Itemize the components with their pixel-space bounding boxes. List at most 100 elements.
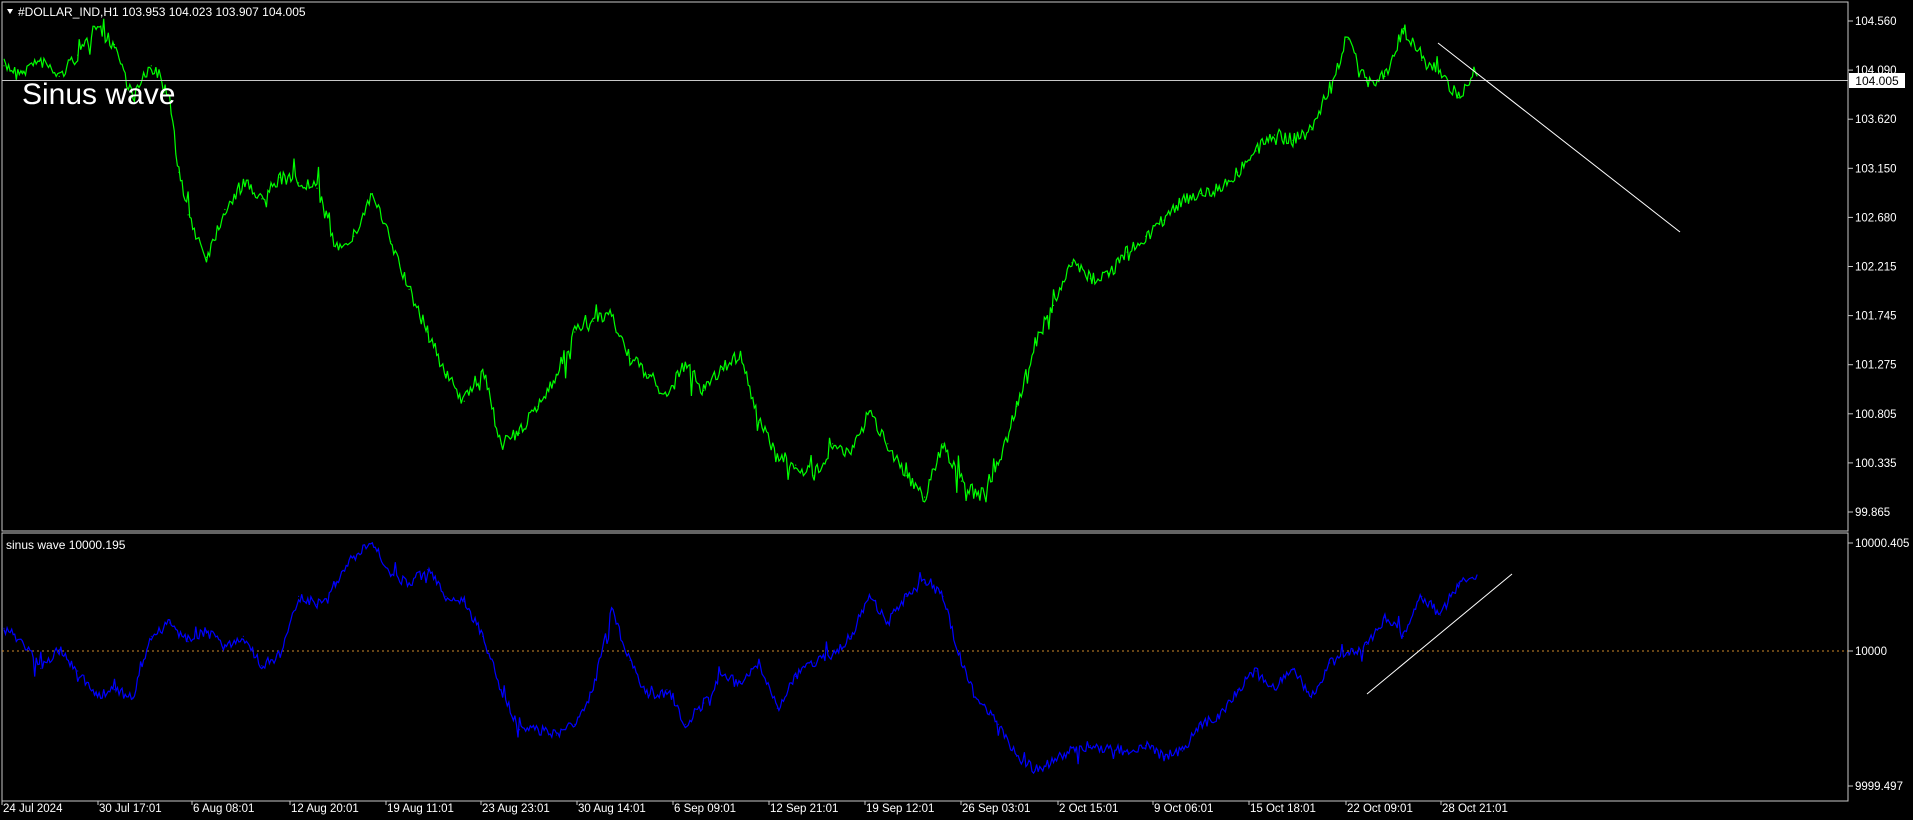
indicator-panel[interactable]: 10000.405 10000 9999.497 sinus wave 10000.… [1,532,1909,802]
price-plot[interactable] [3,18,1478,503]
indicator-line-point [666,689,668,691]
indicator-line-point [40,667,42,669]
indicator-line-point [1016,755,1018,757]
indicator-line-point [739,681,742,683]
indicator-line-point [77,670,79,672]
price-line-point [611,315,613,317]
indicator-line-point [445,595,447,597]
price-line-point [721,368,723,370]
indicator-line-point [611,609,613,611]
symbol-header: #DOLLAR_IND,H1 103.953 104.023 103.907 1… [7,5,306,19]
price-line-point [298,182,300,184]
price-axis-label: 100.335 [1855,458,1897,470]
price-axis-label: 103.620 [1855,114,1897,126]
indicator-line-point [408,582,410,584]
indicator-line-point [261,665,263,667]
chart-window[interactable]: 104.560104.090103.620103.150102.680102.2… [0,0,1913,820]
indicator-line-point [555,734,558,736]
price-line-point [500,443,502,445]
overlay-label: Sinus wave [22,78,175,111]
price-line-point [463,400,465,402]
price-line-point [518,432,521,434]
price-line-point [224,208,226,211]
indicator-line-point [242,635,244,637]
indicator-axis-label: 9999.497 [1855,781,1903,793]
indicator-line-point [1126,750,1128,752]
price-line [3,18,1478,503]
price-line-point [813,475,815,477]
indicator-line-point [1200,723,1202,725]
price-line-point [1200,193,1202,195]
price-axis-label: 104.560 [1855,16,1897,28]
indicator-axis-label: 10000 [1855,646,1887,658]
price-line-point [1476,75,1478,77]
price-axis-label: 101.275 [1855,360,1897,372]
price-axis-label: 101.745 [1855,311,1897,323]
price-line-point [537,405,539,408]
price-line-point [242,182,244,184]
indicator-line-point [1089,745,1091,747]
indicator-line-point [316,603,318,605]
indicator-line-point [1255,670,1257,672]
time-axis-label: 24 Jul 2024 [3,803,63,815]
price-axis[interactable]: 104.560104.090103.620103.150102.680102.2… [1848,16,1897,519]
price-line-point [1458,97,1460,99]
price-line-point [1310,129,1312,131]
price-line-point [905,475,907,477]
time-axis-label: 9 Oct 06:01 [1154,803,1213,815]
price-line-point [1365,81,1368,83]
indicator-line-point [813,662,815,664]
price-line-point [647,374,650,376]
indicator-line-point [1034,769,1036,771]
indicator-line-point [997,723,999,725]
indicator-line-point [463,601,465,603]
price-axis-label: 100.805 [1855,409,1897,421]
price-line-point [887,443,889,445]
indicator-line-point [518,729,521,731]
indicator-line-point [1421,595,1423,597]
price-line-point [1163,219,1165,221]
time-axis-label: 19 Aug 11:01 [387,803,454,815]
price-line-point [1402,27,1404,30]
time-axis[interactable]: 24 Jul 2024 30 Jul 17:01 6 Aug 08:01 12 Aug… [1,801,1508,815]
indicator-line-point [1145,745,1147,747]
indicator-line-point [574,723,576,725]
price-line-point [1052,304,1055,306]
symbol-header-text: #DOLLAR_IND,H1 103.953 104.023 103.907 1… [18,5,306,19]
price-axis-label: 102.680 [1855,212,1897,224]
price-line-point [113,43,116,46]
price-line-point [960,480,963,482]
price-line-point [1421,59,1423,62]
price-trendline[interactable] [1437,42,1681,233]
indicator-line-point [298,595,300,597]
collapse-triangle-icon[interactable] [7,9,13,14]
indicator-line-point [960,662,963,664]
price-line-point [316,187,318,189]
price-line-point [390,240,392,243]
price-line-point [703,390,705,392]
price-line-point [58,75,60,77]
price-line-point [77,54,79,56]
price-line-point [1384,75,1386,77]
price-line-point [334,246,336,248]
price-panel[interactable]: 104.560104.090103.620103.150102.680102.2… [1,1,1905,532]
indicator-axis[interactable]: 10000.405 10000 9999.497 [1848,538,1909,793]
indicator-line-point [279,654,281,656]
indicator-trendline[interactable] [1366,573,1513,695]
indicator-panel-frame [1,532,1849,802]
indicator-line-point [500,689,502,691]
indicator-line-point [629,659,631,661]
indicator-plot[interactable] [3,541,1478,775]
time-axis-label: 22 Oct 09:01 [1347,803,1413,815]
price-line-point [832,443,834,445]
indicator-line-point [1458,582,1460,584]
indicator-line-point [1237,689,1239,691]
price-axis-label: 102.215 [1855,262,1897,274]
indicator-line-point [924,582,926,584]
current-price-marker: 104.005 [1849,73,1905,88]
price-line-point [1255,150,1257,152]
price-line-point [1329,86,1331,88]
indicator-line-point [3,627,5,629]
indicator-line-point [832,654,834,656]
indicator-header: sinus wave 10000.195 [6,538,126,552]
